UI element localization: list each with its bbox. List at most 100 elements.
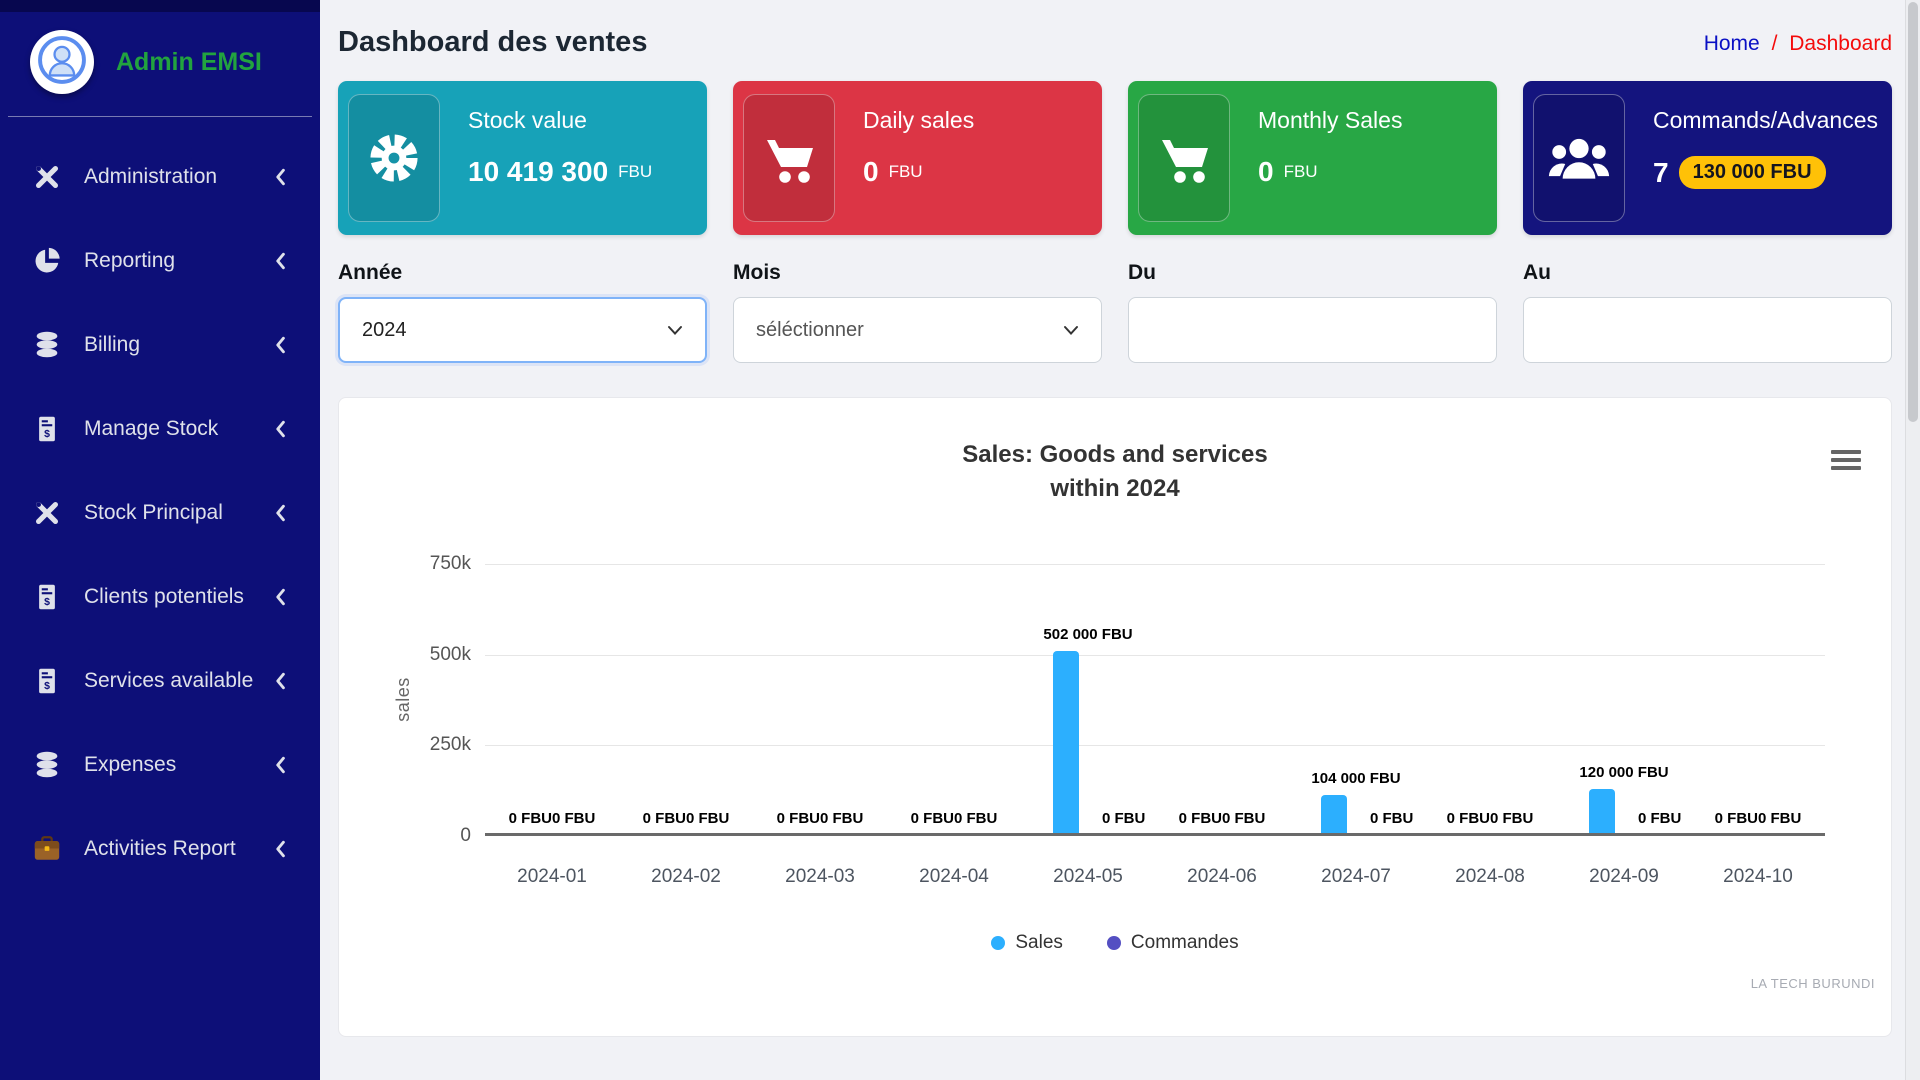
app-window: Admin EMSI Administration Reporting bbox=[0, 0, 1920, 1080]
sidebar-username: Admin EMSI bbox=[116, 48, 262, 77]
sidebar-item-expenses[interactable]: Expenses bbox=[0, 723, 320, 807]
briefcase-icon bbox=[30, 835, 64, 863]
chart-category-column: 0 FBU0 FBU bbox=[619, 564, 753, 833]
x-axis-label: 2024-08 bbox=[1423, 866, 1557, 888]
tools-icon bbox=[30, 162, 64, 192]
monthly-sales-card: Monthly Sales 0 FBU bbox=[1128, 81, 1497, 235]
card-label: Stock value bbox=[468, 107, 697, 134]
chart-category-column: 0 FBU0 FBU bbox=[1155, 564, 1289, 833]
chevron-down-icon bbox=[667, 319, 683, 342]
commandes-data-label: 0 FBU bbox=[1638, 810, 1681, 827]
file-invoice-icon: $ bbox=[30, 582, 64, 612]
card-value: 0 bbox=[1258, 156, 1274, 188]
sales-data-label: 502 000 FBU bbox=[1043, 626, 1132, 643]
zero-data-label: 0 FBU0 FBU bbox=[1715, 810, 1802, 827]
mois-select-value: séléctionner bbox=[756, 319, 864, 342]
chevron-down-icon bbox=[1063, 319, 1079, 342]
legend-item-commandes[interactable]: Commandes bbox=[1107, 932, 1239, 954]
svg-text:$: $ bbox=[44, 596, 50, 608]
chart-category-column: 104 000 FBU 0 FBU bbox=[1289, 564, 1423, 833]
card-label: Daily sales bbox=[863, 107, 1092, 134]
y-axis-title: sales bbox=[393, 677, 414, 722]
filters-row: Année 2024 Mois séléctionner D bbox=[338, 261, 1892, 363]
sidebar-item-label: Clients potentiels bbox=[84, 585, 244, 609]
breadcrumb-current: Dashboard bbox=[1789, 32, 1892, 55]
advances-badge: 130 000 FBU bbox=[1679, 156, 1826, 189]
card-value: 0 bbox=[863, 156, 879, 188]
sidebar-item-administration[interactable]: Administration bbox=[0, 135, 320, 219]
x-axis-label: 2024-10 bbox=[1691, 866, 1825, 888]
sales-bar[interactable] bbox=[1321, 795, 1347, 833]
daily-sales-card: Daily sales 0 FBU bbox=[733, 81, 1102, 235]
sidebar-item-label: Administration bbox=[84, 165, 217, 189]
breadcrumb: Home / Dashboard bbox=[1704, 26, 1892, 56]
sales-legend-label: Sales bbox=[1015, 932, 1063, 954]
sidebar-item-manage-stock[interactable]: $ Manage Stock bbox=[0, 387, 320, 471]
chart-category-column: 120 000 FBU0 FBU bbox=[1557, 564, 1691, 833]
sales-bar[interactable] bbox=[1589, 789, 1615, 833]
commandes-legend-label: Commandes bbox=[1131, 932, 1239, 954]
stat-cards-row: Stock value 10 419 300 FBU Daily sales 0… bbox=[338, 81, 1892, 235]
x-axis-label: 2024-02 bbox=[619, 866, 753, 888]
x-axis-label: 2024-07 bbox=[1289, 866, 1423, 888]
sidebar-item-services-available[interactable]: $ Services available bbox=[0, 639, 320, 723]
sidebar-item-clients-potentiels[interactable]: $ Clients potentiels bbox=[0, 555, 320, 639]
database-icon bbox=[30, 330, 64, 360]
du-label: Du bbox=[1128, 261, 1497, 285]
chart-menu-icon[interactable] bbox=[1831, 450, 1861, 474]
chart-category-column: 0 FBU0 FBU bbox=[1423, 564, 1557, 833]
breadcrumb-home-link[interactable]: Home bbox=[1704, 32, 1760, 55]
sidebar-item-label: Stock Principal bbox=[84, 501, 223, 525]
sidebar-item-stock-principal[interactable]: Stock Principal bbox=[0, 471, 320, 555]
x-axis-labels: 2024-012024-022024-032024-042024-052024-… bbox=[485, 866, 1825, 888]
main-content: Dashboard des ventes Home / Dashboard St… bbox=[320, 0, 1920, 1080]
card-label: Monthly Sales bbox=[1258, 107, 1487, 134]
card-value: 10 419 300 bbox=[468, 156, 608, 188]
sidebar-user-panel: Admin EMSI bbox=[8, 12, 312, 117]
zero-data-label: 0 FBU0 FBU bbox=[777, 810, 864, 827]
annee-label: Année bbox=[338, 261, 707, 285]
user-avatar-icon bbox=[36, 34, 88, 91]
sidebar-item-label: Activities Report bbox=[84, 837, 236, 861]
card-label: Commands/Advances bbox=[1653, 107, 1882, 134]
page-title: Dashboard des ventes bbox=[338, 26, 647, 59]
chart-title: Sales: Goods and services within 2024 bbox=[373, 438, 1857, 506]
sidebar-item-label: Expenses bbox=[84, 753, 176, 777]
sidebar-item-billing[interactable]: Billing bbox=[0, 303, 320, 387]
commandes-legend-marker bbox=[1107, 936, 1121, 950]
card-value: 7 bbox=[1653, 157, 1669, 189]
sidebar-item-activities-report[interactable]: Activities Report bbox=[0, 807, 320, 891]
tools-icon bbox=[30, 498, 64, 528]
scrollbar-thumb[interactable] bbox=[1908, 2, 1918, 422]
chart-legend: Sales Commandes bbox=[373, 932, 1857, 954]
gear-icon bbox=[348, 94, 440, 222]
au-input[interactable] bbox=[1523, 297, 1892, 363]
legend-item-sales[interactable]: Sales bbox=[991, 932, 1063, 954]
sales-chart-card: Sales: Goods and services within 2024 sa… bbox=[338, 397, 1892, 1037]
chart-category-column: 502 000 FBU 0 FBU bbox=[1021, 564, 1155, 833]
sales-bar[interactable] bbox=[1053, 651, 1079, 833]
y-tick: 500k bbox=[430, 644, 471, 666]
svg-text:$: $ bbox=[44, 428, 50, 440]
file-invoice-icon: $ bbox=[30, 666, 64, 696]
stock-value-card: Stock value 10 419 300 FBU bbox=[338, 81, 707, 235]
x-axis-label: 2024-03 bbox=[753, 866, 887, 888]
sales-legend-marker bbox=[991, 936, 1005, 950]
chart-category-column: 0 FBU0 FBU bbox=[753, 564, 887, 833]
au-label: Au bbox=[1523, 261, 1892, 285]
mois-select[interactable]: séléctionner bbox=[733, 297, 1102, 363]
commandes-data-label: 0 FBU bbox=[1370, 810, 1413, 827]
commandes-data-label: 0 FBU bbox=[1102, 810, 1145, 827]
y-tick: 250k bbox=[430, 734, 471, 756]
sidebar-item-reporting[interactable]: Reporting bbox=[0, 219, 320, 303]
annee-select[interactable]: 2024 bbox=[338, 297, 707, 363]
card-unit: FBU bbox=[618, 162, 652, 182]
chevron-left-icon bbox=[274, 588, 286, 606]
chevron-left-icon bbox=[274, 252, 286, 270]
du-input[interactable] bbox=[1128, 297, 1497, 363]
database-icon bbox=[30, 750, 64, 780]
chart-plot-area: sales 750k 500k 250k 0 0 FBU0 FBU0 FBU0 … bbox=[373, 564, 1857, 888]
sidebar-item-label: Reporting bbox=[84, 249, 175, 273]
page-scrollbar[interactable] bbox=[1905, 0, 1920, 1080]
sales-data-label: 104 000 FBU bbox=[1311, 770, 1400, 787]
